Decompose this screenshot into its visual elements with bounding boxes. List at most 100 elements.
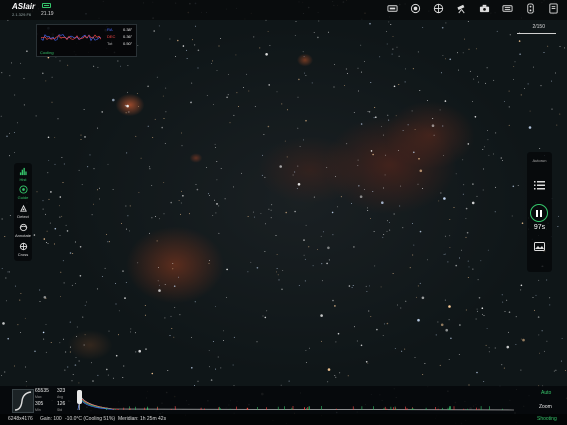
star <box>462 193 464 195</box>
star <box>247 271 249 273</box>
star <box>60 296 61 298</box>
exposure-time: 97s <box>533 224 546 231</box>
mount-icon[interactable] <box>433 3 444 14</box>
star <box>281 103 283 105</box>
gallery-icon[interactable] <box>534 238 545 256</box>
settings-icon[interactable] <box>548 3 559 14</box>
focuser-icon[interactable] <box>502 3 513 14</box>
tool-cross[interactable]: Cross <box>14 242 32 257</box>
star <box>367 210 369 211</box>
star <box>80 139 82 141</box>
star <box>433 134 435 136</box>
star <box>191 336 192 338</box>
star <box>469 70 471 72</box>
pause-button[interactable] <box>530 204 548 222</box>
star <box>54 227 57 230</box>
star <box>509 34 511 36</box>
star <box>438 200 440 202</box>
star <box>78 360 80 362</box>
star <box>149 166 151 168</box>
star <box>195 25 197 27</box>
tool-detect[interactable]: Detect <box>14 204 32 219</box>
star <box>228 73 230 75</box>
star <box>462 159 464 161</box>
star <box>101 111 103 113</box>
star <box>318 20 320 22</box>
filter-wheel-icon[interactable] <box>525 3 536 14</box>
star <box>284 140 286 142</box>
star <box>407 124 409 126</box>
star <box>35 115 37 117</box>
star <box>465 309 467 311</box>
tool-annotate[interactable]: Annotate <box>14 223 32 238</box>
star <box>298 285 300 287</box>
target-icon[interactable] <box>410 3 421 14</box>
star <box>84 136 86 138</box>
star <box>373 231 375 232</box>
star <box>385 154 387 156</box>
star <box>334 64 336 65</box>
star <box>483 146 485 148</box>
star <box>84 304 86 306</box>
star <box>151 372 154 375</box>
star <box>59 60 61 62</box>
pause-icon-bar-right <box>540 209 542 217</box>
histogram-black-point-handle[interactable] <box>77 390 82 404</box>
star <box>170 315 172 317</box>
star <box>511 215 513 217</box>
star <box>440 72 442 74</box>
star <box>356 340 358 342</box>
star <box>268 208 270 210</box>
star <box>269 44 271 46</box>
app-logo: ASIair <box>12 2 36 11</box>
star <box>398 84 400 85</box>
star <box>483 380 485 382</box>
star <box>191 39 193 41</box>
star <box>393 213 395 215</box>
star <box>481 307 484 310</box>
star <box>413 244 415 246</box>
star <box>33 234 36 236</box>
star <box>555 369 557 371</box>
star <box>57 118 59 120</box>
star <box>151 184 153 186</box>
star <box>501 364 503 366</box>
star <box>351 287 353 289</box>
zoom-button[interactable]: Zoom <box>539 404 552 410</box>
star <box>253 216 255 218</box>
star <box>197 49 200 52</box>
autorun-label[interactable]: Autorun <box>527 158 552 163</box>
star <box>162 95 164 97</box>
star <box>233 186 234 188</box>
star <box>373 117 375 119</box>
star <box>547 45 549 47</box>
star <box>125 282 127 283</box>
star <box>463 184 465 186</box>
star <box>216 203 218 205</box>
star <box>78 382 80 384</box>
guide-graph-panel[interactable]: RA 0.38" DEC 0.36" Tot 0.50" Cooling <box>36 24 137 57</box>
telescope-icon[interactable] <box>456 3 467 14</box>
star <box>181 145 183 147</box>
star <box>551 108 553 110</box>
star <box>467 21 469 22</box>
list-icon[interactable] <box>534 177 545 195</box>
star <box>382 236 384 238</box>
star <box>212 341 214 343</box>
star <box>177 39 179 42</box>
star <box>268 84 271 86</box>
star <box>93 203 94 205</box>
star <box>172 268 174 270</box>
auto-stretch-toggle[interactable]: Auto <box>541 390 551 396</box>
wifi-icon[interactable] <box>387 3 398 14</box>
tool-guide[interactable]: Guide <box>14 185 32 200</box>
star <box>388 21 390 23</box>
tool-hist[interactable]: Hist <box>14 167 32 182</box>
camera-icon[interactable] <box>479 3 490 14</box>
star <box>62 260 64 262</box>
star <box>500 157 503 159</box>
star <box>357 165 359 167</box>
star <box>118 334 119 336</box>
histogram-plot[interactable] <box>74 388 514 412</box>
star <box>106 233 108 235</box>
